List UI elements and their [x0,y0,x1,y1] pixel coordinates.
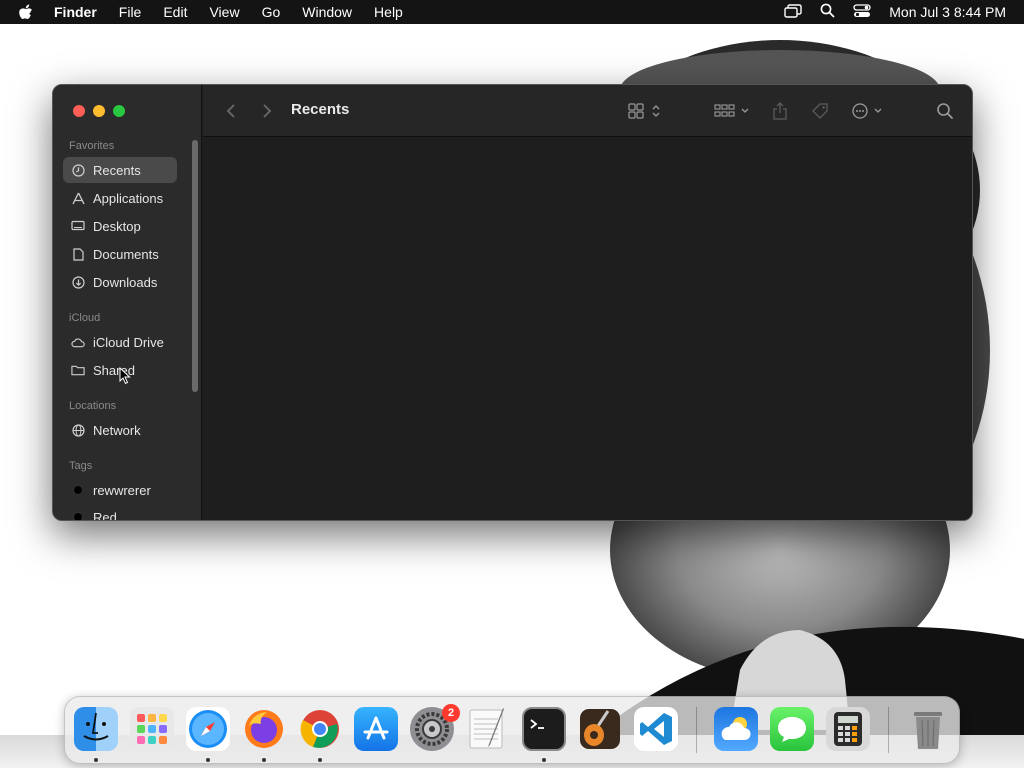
sidebar-section-locations: Locations [69,400,117,412]
zoom-window-button[interactable] [113,105,125,117]
finder-content-area[interactable] [203,137,972,520]
sidebar-tag-rewwrerer[interactable]: rewwrerer [63,477,177,503]
sidebar-item-recents[interactable]: Recents [63,157,177,183]
sidebar-item-label: rewwrerer [93,482,151,498]
dock: 2 [64,696,960,764]
dock-vscode-icon[interactable] [634,707,678,751]
dock-trash-icon[interactable] [906,707,950,751]
tag-color-dot [73,485,83,495]
sidebar-item-applications[interactable]: Applications [63,185,177,211]
dock-chrome-icon[interactable] [298,707,342,751]
dock-running-indicator [318,758,322,762]
dock-garageband-icon[interactable] [578,707,622,751]
group-by-icon[interactable] [713,99,753,123]
sidebar-item-documents[interactable]: Documents [63,241,177,267]
dock-textedit-icon[interactable] [466,707,510,751]
window-title: Recents [291,101,350,118]
sidebar-item-downloads[interactable]: Downloads [63,269,177,295]
dock-running-indicator [94,758,98,762]
sidebar-item-label: Desktop [93,218,141,234]
applications-icon [71,191,85,205]
spotlight-search-icon[interactable] [820,3,835,21]
icon-view-icon[interactable] [625,99,665,123]
menu-window[interactable]: Window [302,4,352,20]
search-icon[interactable] [933,99,957,123]
system-settings-badge: 2 [442,704,460,722]
clock-icon [71,163,85,177]
more-actions-icon[interactable] [849,99,889,123]
dock-messages-icon[interactable] [770,707,814,751]
sidebar-item-label: Recents [93,162,141,178]
apple-menu-icon[interactable] [18,4,36,21]
menu-bar-clock[interactable]: Mon Jul 3 8:44 PM [889,4,1006,20]
finder-sidebar: Favorites Recents Applications Desktop D… [53,85,202,521]
shared-folder-icon [71,363,85,377]
screen-mirroring-icon[interactable] [784,3,802,21]
dock-safari-icon[interactable] [186,707,230,751]
sidebar-item-label: iCloud Drive [93,334,164,350]
downloads-icon [71,275,85,289]
finder-toolbar: Recents [203,85,972,137]
sidebar-section-favorites: Favorites [69,140,115,152]
menu-edit[interactable]: Edit [163,4,187,20]
dock-firefox-icon[interactable] [242,707,286,751]
dock-calculator-icon[interactable] [826,707,870,751]
menu-bar: Finder File Edit View Go Window Help Mon… [0,0,1024,24]
forward-chevron-icon[interactable] [259,99,275,123]
tag-icon[interactable] [809,99,831,123]
menu-help[interactable]: Help [374,4,403,20]
sidebar-item-label: Network [93,422,141,438]
minimize-window-button[interactable] [93,105,105,117]
dock-running-indicator [262,758,266,762]
dock-terminal-icon[interactable] [522,707,566,751]
dock-weather-icon[interactable] [714,707,758,751]
sidebar-scrollbar[interactable] [192,140,198,392]
sidebar-item-network[interactable]: Network [63,417,177,443]
menu-go[interactable]: Go [262,4,281,20]
document-icon [71,247,85,261]
sidebar-item-label: Documents [93,246,159,262]
sidebar-tag-red[interactable]: Red [63,504,177,521]
menu-file[interactable]: File [119,4,142,20]
dock-running-indicator [206,758,210,762]
sidebar-item-desktop[interactable]: Desktop [63,213,177,239]
share-icon[interactable] [769,99,791,123]
finder-window: Favorites Recents Applications Desktop D… [52,84,973,521]
dock-launchpad-icon[interactable] [130,707,174,751]
dock-running-indicator [542,758,546,762]
sidebar-section-tags: Tags [69,460,93,472]
network-globe-icon [71,423,85,437]
cloud-icon [71,335,85,349]
menu-view[interactable]: View [209,4,239,20]
sidebar-item-icloud-drive[interactable]: iCloud Drive [63,329,177,355]
sidebar-item-label: Downloads [93,274,158,290]
sidebar-section-icloud: iCloud [69,312,101,324]
desktop-icon [71,219,85,233]
back-chevron-icon[interactable] [223,99,239,123]
control-center-icon[interactable] [853,3,871,21]
dock-separator [696,707,697,753]
dock-separator [888,707,889,753]
mouse-cursor-icon [119,367,131,385]
close-window-button[interactable] [73,105,85,117]
dock-finder-icon[interactable] [74,707,118,751]
sidebar-item-label: Red [93,509,117,521]
dock-app-store-icon[interactable] [354,707,398,751]
menu-app-name[interactable]: Finder [54,4,97,20]
tag-color-dot [73,512,83,520]
sidebar-item-label: Applications [93,190,164,206]
